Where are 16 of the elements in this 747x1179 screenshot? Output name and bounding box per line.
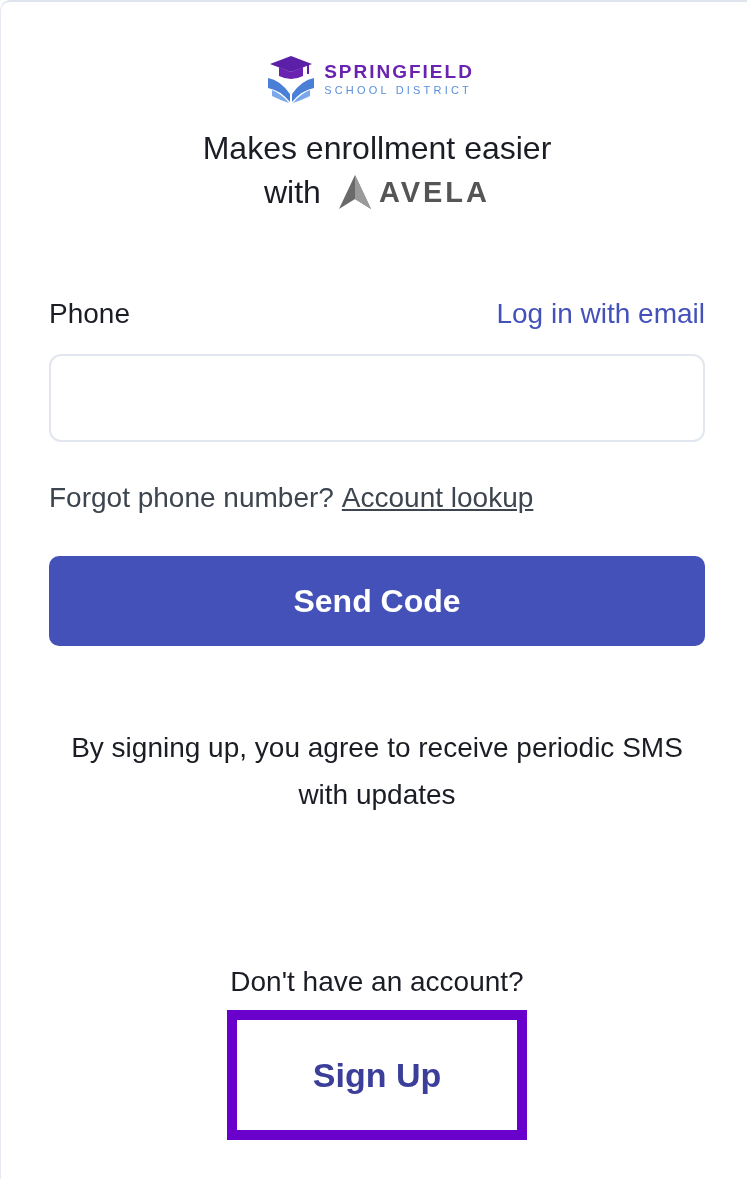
email-login-link[interactable]: Log in with email [496,298,705,330]
account-lookup-link[interactable]: Account lookup [341,482,534,514]
sign-up-button[interactable]: Sign Up [227,1010,527,1140]
phone-input[interactable] [49,354,705,442]
send-code-button[interactable]: Send Code [49,556,705,646]
sms-notice: By signing up, you agree to receive periodic SMS with updates [70,731,684,812]
graduation-cap-book-icon [266,54,317,104]
brand-name: AVELA [378,175,490,210]
signup-prompt: Don't have an account? [230,966,524,998]
forgot-phone-text: Forgot phone number? [49,482,334,514]
district-name: SPRINGFIELD [324,61,474,83]
tagline-with: with [263,173,321,212]
district-subtitle: SCHOOL DISTRICT [324,83,473,97]
phone-label: Phone [49,298,130,330]
tagline: Makes enrollment easier [202,129,552,168]
arrowhead-logo-icon [338,175,371,209]
